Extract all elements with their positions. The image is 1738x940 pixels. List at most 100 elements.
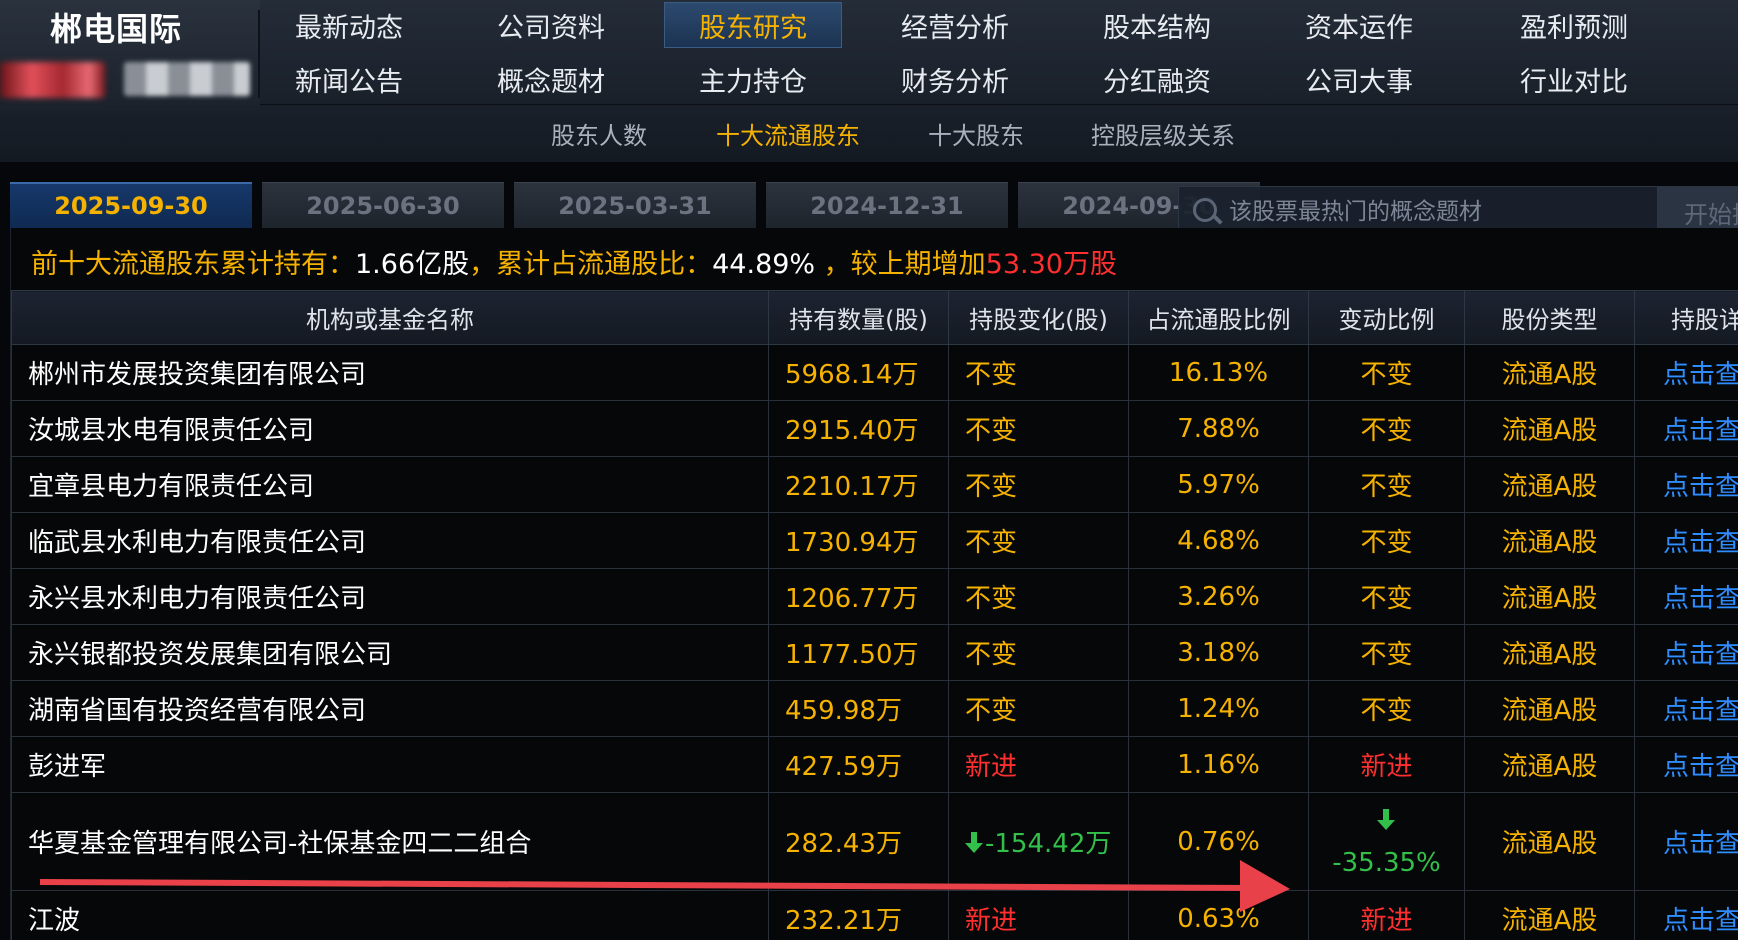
details-link[interactable]: 点击查看 bbox=[1634, 792, 1738, 891]
holding-change: 不变 bbox=[948, 680, 1129, 737]
details-link[interactable]: 点击查看 bbox=[1634, 456, 1738, 513]
table-header-row: 机构或基金名称 持有数量(股) 持股变化(股) 占流通股比例 变动比例 股份类型… bbox=[11, 290, 1738, 345]
details-link[interactable]: 点击查看 bbox=[1634, 680, 1738, 737]
subnav-holding-hierarchy[interactable]: 控股层级关系 bbox=[1091, 116, 1235, 151]
brand-area: 郴电国际 bbox=[0, 0, 260, 110]
concept-search-input[interactable] bbox=[1229, 199, 1657, 225]
table-row: 华夏基金管理有限公司-社保基金四二二组合 282.43万 -154.42万 0.… bbox=[11, 792, 1738, 891]
nav-capital-operation[interactable]: 资本运作 bbox=[1270, 2, 1448, 48]
nav-financial-analysis[interactable]: 财务分析 bbox=[866, 56, 1044, 102]
holding-change: 不变 bbox=[948, 512, 1129, 569]
summary-label-change: ，较上期增加 bbox=[815, 249, 986, 280]
nav-company-info[interactable]: 公司资料 bbox=[462, 2, 640, 48]
details-link[interactable]: 点击查看 bbox=[1634, 344, 1738, 401]
change-ratio: -35.35% bbox=[1332, 847, 1441, 878]
holding-quantity: 2915.40万 bbox=[768, 400, 949, 457]
holder-name: 汝城县水电有限责任公司 bbox=[11, 400, 769, 457]
change-ratio: 新进 bbox=[1308, 736, 1465, 793]
tab-2025-03-31[interactable]: 2025-03-31 bbox=[514, 182, 756, 228]
header-quantity[interactable]: 持有数量(股) bbox=[768, 290, 949, 345]
company-name: 郴电国际 bbox=[50, 10, 183, 48]
holder-name: 江波 bbox=[11, 890, 769, 940]
tab-2024-12-31[interactable]: 2024-12-31 bbox=[766, 182, 1008, 228]
nav-major-events[interactable]: 公司大事 bbox=[1270, 56, 1448, 102]
nav-latest-news[interactable]: 最新动态 bbox=[260, 2, 438, 48]
nav-share-structure[interactable]: 股本结构 bbox=[1068, 2, 1246, 48]
details-link[interactable]: 点击查看 bbox=[1634, 890, 1738, 940]
subnav-top10-float[interactable]: 十大流通股东 bbox=[716, 116, 860, 151]
table-row: 永兴银都投资发展集团有限公司 1177.50万 不变 3.18% 不变 流通A股… bbox=[11, 624, 1738, 681]
header-name[interactable]: 机构或基金名称 bbox=[11, 290, 769, 345]
float-ratio: 0.63% bbox=[1128, 890, 1309, 940]
share-type: 流通A股 bbox=[1464, 792, 1635, 891]
share-type: 流通A股 bbox=[1464, 890, 1635, 940]
header-share-type[interactable]: 股份类型 bbox=[1464, 290, 1635, 345]
holder-name: 彭进军 bbox=[11, 736, 769, 793]
holding-quantity: 5968.14万 bbox=[768, 344, 949, 401]
change-ratio: 不变 bbox=[1308, 680, 1465, 737]
holder-name: 临武县水利电力有限责任公司 bbox=[11, 512, 769, 569]
share-type: 流通A股 bbox=[1464, 680, 1635, 737]
nav-divider bbox=[260, 104, 1738, 105]
table-row: 宜章县电力有限责任公司 2210.17万 不变 5.97% 不变 流通A股 点击… bbox=[11, 456, 1738, 513]
summary-ratio: 44.89% bbox=[712, 249, 816, 280]
header-change[interactable]: 持股变化(股) bbox=[948, 290, 1129, 345]
nav-industry-compare[interactable]: 行业对比 bbox=[1472, 56, 1738, 102]
nav-dividends[interactable]: 分红融资 bbox=[1068, 56, 1246, 102]
header-details[interactable]: 持股详情 bbox=[1634, 290, 1738, 345]
summary-change: 53.30万股 bbox=[985, 249, 1117, 280]
holder-name: 宜章县电力有限责任公司 bbox=[11, 456, 769, 513]
change-ratio: 不变 bbox=[1308, 512, 1465, 569]
holding-change: -154.42万 bbox=[985, 829, 1112, 859]
summary-label-ratio: ，累计占流通股比： bbox=[469, 249, 713, 280]
holding-quantity: 232.21万 bbox=[768, 890, 949, 940]
share-type: 流通A股 bbox=[1464, 624, 1635, 681]
share-type: 流通A股 bbox=[1464, 344, 1635, 401]
summary-total-shares: 1.66亿股 bbox=[355, 249, 470, 280]
nav-main-holdings[interactable]: 主力持仓 bbox=[664, 56, 842, 102]
float-ratio: 16.13% bbox=[1128, 344, 1309, 401]
holding-quantity: 282.43万 bbox=[768, 792, 949, 891]
nav-earnings-forecast[interactable]: 盈利预测 bbox=[1472, 2, 1738, 48]
details-link[interactable]: 点击查看 bbox=[1634, 512, 1738, 569]
header-float-ratio[interactable]: 占流通股比例 bbox=[1128, 290, 1309, 345]
details-link[interactable]: 点击查看 bbox=[1634, 624, 1738, 681]
details-link[interactable]: 点击查看 bbox=[1634, 400, 1738, 457]
summary-label-total: 前十大流通股东累计持有： bbox=[31, 249, 355, 280]
share-type: 流通A股 bbox=[1464, 568, 1635, 625]
table-row: 江波 232.21万 新进 0.63% 新进 流通A股 点击查看 bbox=[11, 890, 1738, 940]
table-row: 汝城县水电有限责任公司 2915.40万 不变 7.88% 不变 流通A股 点击… bbox=[11, 400, 1738, 457]
redacted-stock-code bbox=[0, 62, 105, 98]
nav-operation-analysis[interactable]: 经营分析 bbox=[866, 2, 1044, 48]
holding-change: 新进 bbox=[948, 736, 1129, 793]
tab-2025-09-30[interactable]: 2025-09-30 bbox=[10, 182, 252, 228]
holding-change: 新进 bbox=[948, 890, 1129, 940]
holding-quantity: 1177.50万 bbox=[768, 624, 949, 681]
change-ratio: 不变 bbox=[1308, 568, 1465, 625]
holdings-summary: 前十大流通股东累计持有：1.66亿股，累计占流通股比：44.89% ，较上期增加… bbox=[31, 242, 1117, 281]
float-ratio: 3.18% bbox=[1128, 624, 1309, 681]
tab-2025-06-30[interactable]: 2025-06-30 bbox=[262, 182, 504, 228]
header-change-ratio[interactable]: 变动比例 bbox=[1308, 290, 1465, 345]
holding-change: 不变 bbox=[948, 344, 1129, 401]
change-ratio: 新进 bbox=[1308, 890, 1465, 940]
float-ratio: 1.16% bbox=[1128, 736, 1309, 793]
holder-name: 永兴银都投资发展集团有限公司 bbox=[11, 624, 769, 681]
subnav-shareholder-count[interactable]: 股东人数 bbox=[551, 116, 647, 151]
holder-name: 华夏基金管理有限公司-社保基金四二二组合 bbox=[11, 792, 769, 891]
down-arrow-icon bbox=[1376, 808, 1395, 831]
subnav-top10-holders[interactable]: 十大股东 bbox=[928, 116, 1024, 151]
holding-change-cell: -154.42万 bbox=[948, 792, 1129, 891]
nav-announcements[interactable]: 新闻公告 bbox=[260, 56, 438, 102]
details-link[interactable]: 点击查看 bbox=[1634, 736, 1738, 793]
table-row: 临武县水利电力有限责任公司 1730.94万 不变 4.68% 不变 流通A股 … bbox=[11, 512, 1738, 569]
change-ratio-cell: -35.35% bbox=[1308, 792, 1465, 891]
details-link[interactable]: 点击查看 bbox=[1634, 568, 1738, 625]
change-ratio: 不变 bbox=[1308, 400, 1465, 457]
nav-shareholder-research[interactable]: 股东研究 bbox=[664, 2, 842, 48]
holding-quantity: 1206.77万 bbox=[768, 568, 949, 625]
table-row: 郴州市发展投资集团有限公司 5968.14万 不变 16.13% 不变 流通A股… bbox=[11, 344, 1738, 401]
holder-name: 永兴县水利电力有限责任公司 bbox=[11, 568, 769, 625]
app-header: 郴电国际 最新动态 公司资料 股东研究 经营分析 股本结构 资本运作 盈利预测 … bbox=[0, 0, 1738, 162]
nav-concepts[interactable]: 概念题材 bbox=[462, 56, 640, 102]
